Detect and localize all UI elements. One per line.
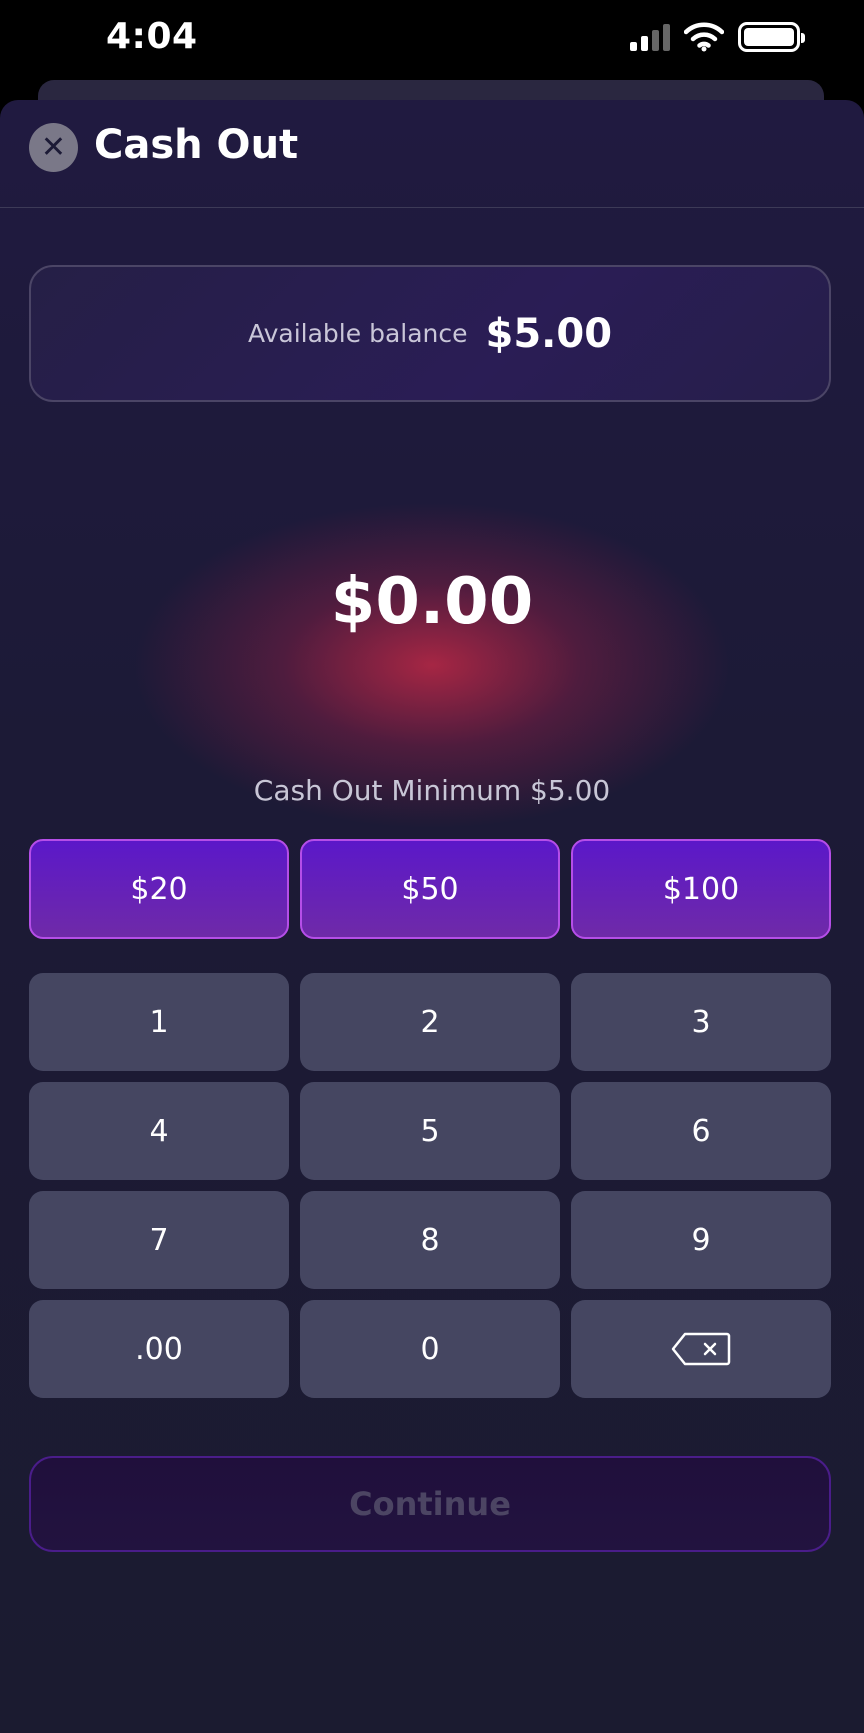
cash-out-sheet: ✕ Cash Out Available balance $5.00 $0.00… xyxy=(0,100,864,1733)
quick-amount-row: $20 $50 $100 xyxy=(29,839,831,939)
key-1[interactable]: 1 xyxy=(29,973,289,1071)
status-bar: 4:04 xyxy=(0,0,864,80)
key-8[interactable]: 8 xyxy=(300,1191,560,1289)
key-5[interactable]: 5 xyxy=(300,1082,560,1180)
backspace-icon xyxy=(671,1332,731,1366)
continue-button[interactable]: Continue xyxy=(29,1456,831,1552)
balance-label: Available balance xyxy=(247,319,468,348)
battery-icon xyxy=(738,22,805,52)
sheet-header: ✕ Cash Out xyxy=(0,100,864,208)
wifi-icon xyxy=(684,22,724,52)
amount-display: $0.00 xyxy=(330,565,534,639)
keypad: 1 2 3 4 5 6 7 8 9 .00 0 xyxy=(29,973,831,1398)
cellular-signal-icon xyxy=(630,23,670,51)
status-icons xyxy=(630,22,805,52)
key-6[interactable]: 6 xyxy=(571,1082,831,1180)
key-double-zero-decimal[interactable]: .00 xyxy=(29,1300,289,1398)
close-icon: ✕ xyxy=(40,129,67,165)
quick-amount-20-button[interactable]: $20 xyxy=(29,839,289,939)
balance-card: Available balance $5.00 xyxy=(29,265,831,402)
key-2[interactable]: 2 xyxy=(300,973,560,1071)
key-0[interactable]: 0 xyxy=(300,1300,560,1398)
close-button[interactable]: ✕ xyxy=(29,123,78,172)
minimum-text: Cash Out Minimum $5.00 xyxy=(253,774,611,807)
balance-value: $5.00 xyxy=(485,310,613,357)
page-title: Cash Out xyxy=(94,122,299,168)
quick-amount-50-button[interactable]: $50 xyxy=(300,839,560,939)
key-3[interactable]: 3 xyxy=(571,973,831,1071)
status-time: 4:04 xyxy=(106,16,198,57)
key-4[interactable]: 4 xyxy=(29,1082,289,1180)
key-9[interactable]: 9 xyxy=(571,1191,831,1289)
key-7[interactable]: 7 xyxy=(29,1191,289,1289)
backspace-key[interactable] xyxy=(571,1300,831,1398)
quick-amount-100-button[interactable]: $100 xyxy=(571,839,831,939)
